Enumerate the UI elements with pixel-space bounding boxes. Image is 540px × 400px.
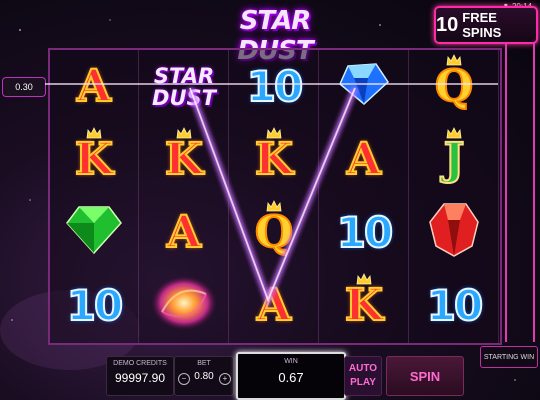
reel-symbol: STAR DUST (140, 50, 228, 123)
free-spins-label: FREE SPINS (462, 10, 502, 40)
reel-4: A 10 K (320, 50, 409, 343)
crown-icon (266, 127, 282, 139)
reel-5: Q J 10 (410, 50, 499, 343)
symbol-jack: J (443, 133, 466, 186)
reel-symbol: 10 (230, 50, 318, 123)
bet-decrease-button[interactable]: − (178, 373, 190, 385)
symbol-ten: 10 (336, 207, 394, 258)
free-spins-count: 10 (436, 13, 459, 36)
crown-icon (176, 127, 192, 139)
credits-label: DEMO CREDITS (113, 360, 167, 367)
symbol-letter: K (344, 279, 384, 332)
reel-symbol: K (140, 123, 228, 196)
reel-symbol: J (410, 123, 498, 196)
ruby-gem-icon (428, 202, 480, 263)
reel-symbol: K (230, 123, 318, 196)
symbol-letter: A (256, 279, 292, 332)
control-bar: DEMO CREDITS 99997.90 BET 0.80 − + WIN 0… (0, 352, 540, 400)
crown-icon (356, 273, 372, 285)
credits-panel: DEMO CREDITS 99997.90 (106, 356, 174, 396)
reel-3: 10 K Q A (230, 50, 319, 343)
payline-value-tag: 0.30 (2, 77, 46, 97)
bet-increase-button[interactable]: + (219, 373, 231, 385)
symbol-ten: 10 (246, 61, 304, 112)
symbol-queen: Q (254, 206, 294, 259)
reel-symbol: A (230, 269, 318, 342)
reel-symbol: A (140, 196, 228, 269)
symbol-queen: Q (434, 60, 474, 113)
reel-symbol: Q (410, 50, 498, 123)
symbol-ten: 10 (426, 280, 484, 331)
reel-symbol (320, 50, 408, 123)
reel-1: A K 10 (50, 50, 139, 343)
symbol-letter: A (166, 206, 202, 259)
reel-2: STAR DUST K A (140, 50, 229, 343)
crown-icon (446, 127, 462, 139)
emerald-gem-icon (65, 205, 123, 260)
spin-button[interactable]: SPIN (386, 356, 464, 396)
free-spins-counter: 10 FREE SPINS (434, 6, 538, 44)
symbol-letter: A (76, 60, 112, 113)
crown-icon (266, 200, 282, 212)
wild-symbol: STAR DUST (152, 63, 216, 110)
reel-symbol: 10 (410, 269, 498, 342)
starting-win-label: STARTING WIN (480, 346, 538, 368)
reel-symbol (50, 196, 138, 269)
win-value: 0.67 (278, 370, 304, 385)
crown-icon (446, 54, 462, 66)
reel-symbol: 10 (320, 196, 408, 269)
reel-grid: A K 10 STAR DUST K A 10 K Q A A 10 K Q J 10 (48, 48, 502, 345)
win-label: WIN (284, 358, 298, 365)
win-panel: WIN 0.67 (236, 352, 346, 400)
symbol-letter: K (74, 133, 114, 186)
galaxy-icon (148, 272, 220, 339)
symbol-letter: K (164, 133, 204, 186)
reel-symbol: K (50, 123, 138, 196)
reel-symbol: 10 (50, 269, 138, 342)
autoplay-button[interactable]: AUTO PLAY (344, 356, 382, 396)
reel-symbol: Q (230, 196, 318, 269)
symbol-letter: A (346, 133, 382, 186)
sapphire-gem-icon (338, 62, 390, 111)
reel-symbol: A (50, 50, 138, 123)
bet-label: BET (197, 360, 211, 367)
credits-value: 99997.90 (114, 371, 166, 385)
reel-symbol: A (320, 123, 408, 196)
reel-symbol (140, 269, 228, 342)
crown-icon (86, 127, 102, 139)
reel-symbol (410, 196, 498, 269)
reel-symbol: K (320, 269, 408, 342)
starting-win-meter (505, 42, 535, 342)
symbol-ten: 10 (66, 280, 124, 331)
symbol-letter: K (254, 133, 294, 186)
